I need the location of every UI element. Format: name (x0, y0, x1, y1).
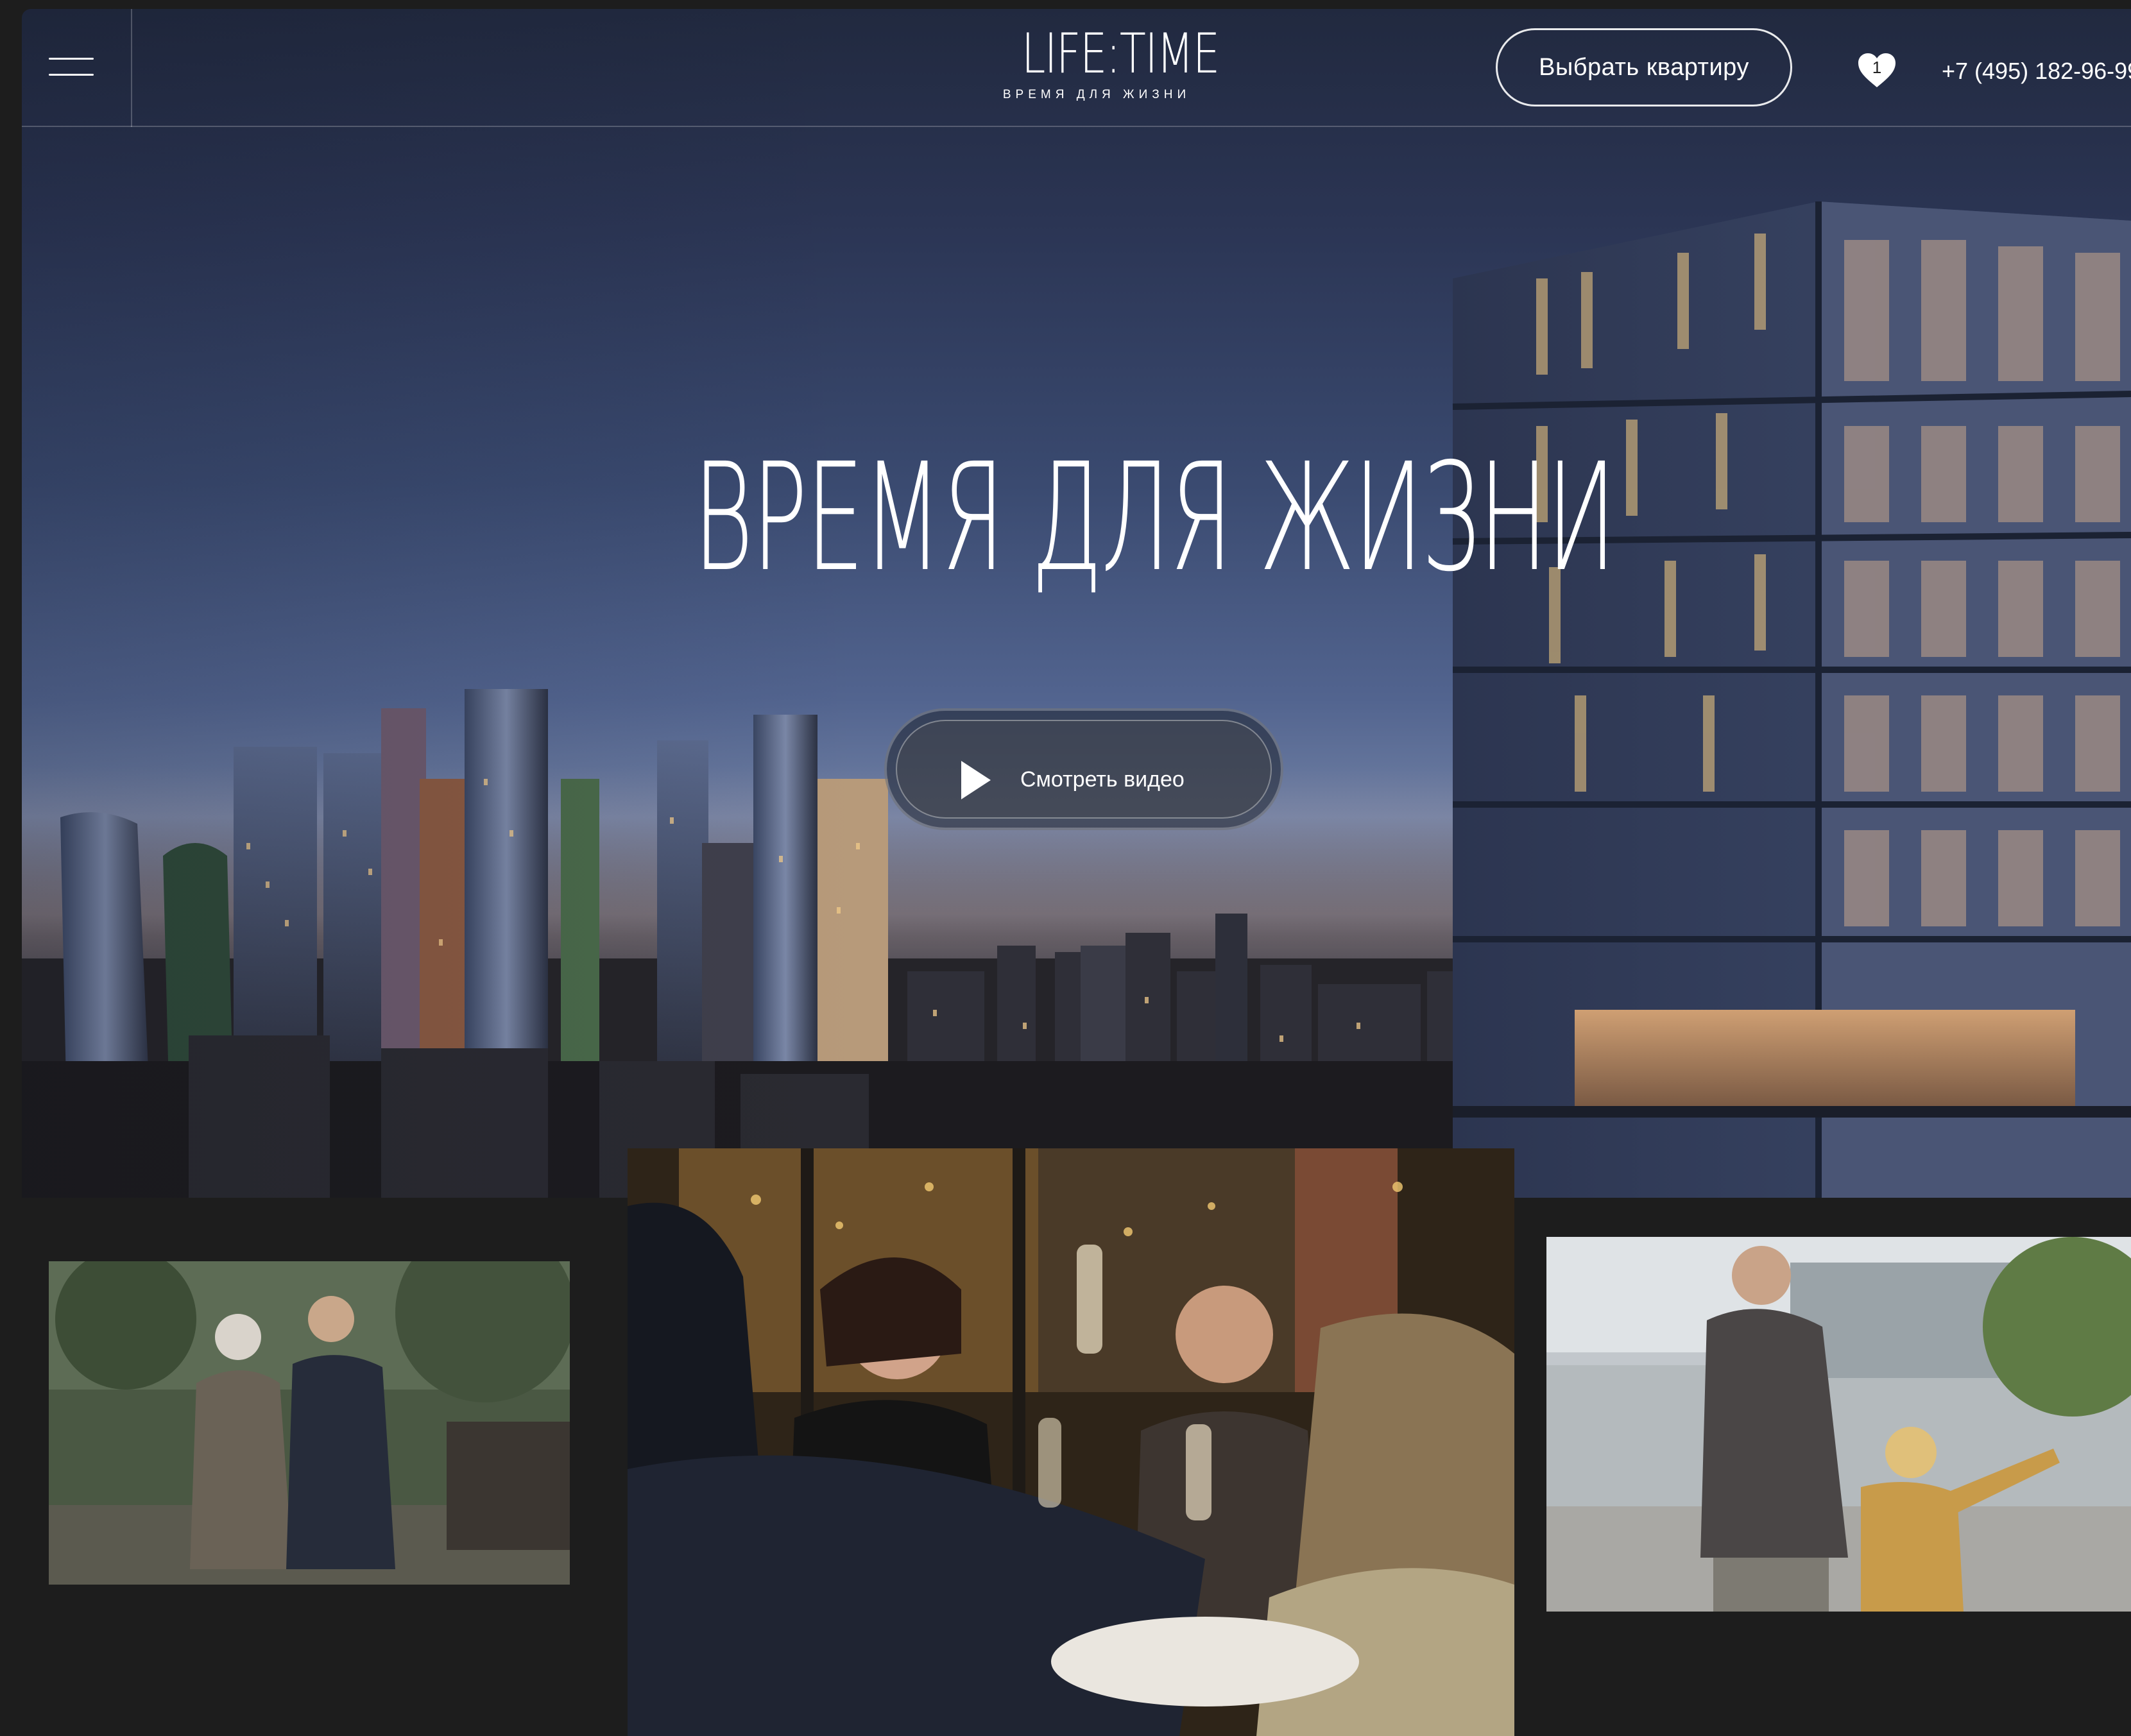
menu-cell (22, 9, 132, 127)
page: LIFE:TIME ВРЕМЯ ДЛЯ ЖИЗНИ Выбрать кварти… (0, 0, 2131, 1736)
watch-video-label: Смотреть видео (1020, 767, 1185, 792)
favorites-count: 1 (1872, 58, 1882, 77)
play-icon (961, 761, 991, 799)
hero-headline: ВРЕМЯ ДЛЯ ЖИЗНИ (693, 431, 1616, 604)
favorites-button[interactable]: 1 (1857, 53, 1897, 89)
photo-restaurant-toast (628, 1148, 1514, 1736)
choose-apartment-button[interactable]: Выбрать квартиру (1496, 28, 1792, 106)
logo-tagline: ВРЕМЯ ДЛЯ ЖИЗНИ (1002, 88, 1191, 101)
hero-section: LIFE:TIME ВРЕМЯ ДЛЯ ЖИЗНИ Выбрать кварти… (22, 9, 2131, 1198)
logo-wordmark: LIFE:TIME (1022, 22, 1220, 86)
photo-father-son (1546, 1237, 2131, 1612)
phone-link[interactable]: +7 (495) 182-96-99 (1942, 58, 2131, 85)
watch-video-button[interactable]: Смотреть видео (884, 708, 1283, 830)
photo-couple-park (49, 1261, 570, 1585)
watch-video-button-inner: Смотреть видео (896, 720, 1272, 819)
logo[interactable]: LIFE:TIME ВРЕМЯ ДЛЯ ЖИЗНИ (1000, 22, 1220, 121)
hamburger-icon[interactable] (49, 58, 94, 77)
site-header: LIFE:TIME ВРЕМЯ ДЛЯ ЖИЗНИ Выбрать кварти… (22, 9, 2131, 127)
